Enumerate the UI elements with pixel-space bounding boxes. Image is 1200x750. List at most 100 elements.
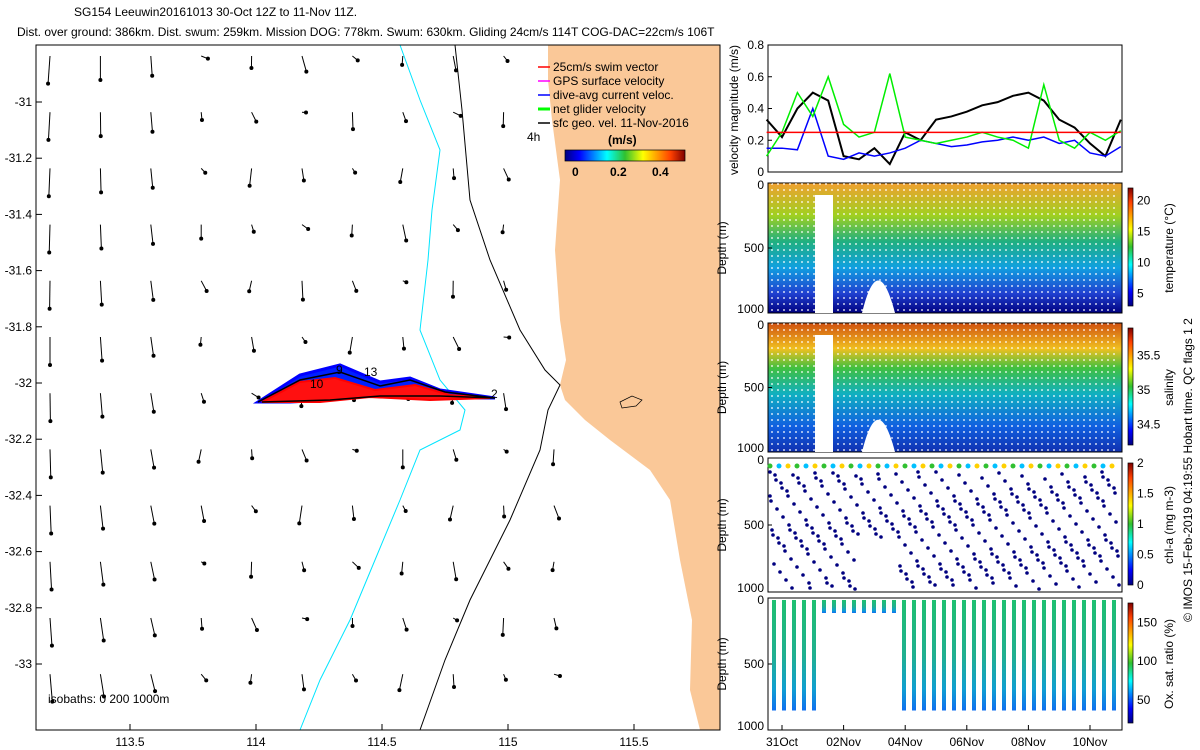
arrowhead (356, 565, 361, 570)
chl-sample (1088, 572, 1092, 576)
chl-sample (940, 478, 944, 482)
colorbar-tick-label: 1.5 (1137, 487, 1154, 501)
current-arrow (99, 168, 102, 193)
salinity-colorbar (1127, 327, 1134, 446)
chl-sample (1097, 525, 1101, 529)
chl-sample (973, 557, 977, 561)
arrowhead (46, 137, 51, 142)
colorbar-tick-label: 5 (1137, 287, 1144, 301)
chl-sample (917, 475, 921, 479)
chl-sample (993, 497, 997, 501)
arrowhead (251, 348, 256, 353)
arrowhead (452, 685, 457, 690)
velocity-frame (767, 44, 1123, 173)
chl-sample (1001, 563, 1005, 567)
arrowhead (504, 449, 509, 454)
colorbar-tick-label: 10 (1137, 256, 1151, 270)
arrowhead (205, 56, 210, 61)
chl-sample (948, 520, 952, 524)
chl-sample (836, 474, 840, 478)
chl-surface-sample (902, 463, 908, 469)
chl-sample (771, 533, 775, 537)
chl-sample (1057, 527, 1061, 531)
arrowhead (506, 177, 511, 182)
lon-tick-label: 115 (498, 735, 517, 749)
chl-sample (1094, 580, 1098, 584)
chl-sample (805, 547, 809, 551)
chl-surface-sample (929, 463, 935, 469)
chl-sample (1032, 490, 1036, 494)
chl-sample (950, 578, 954, 582)
chl-sample (967, 573, 971, 577)
arrowhead (303, 110, 308, 115)
arrowhead (399, 571, 404, 576)
chl-sample (868, 524, 872, 528)
chl-sample (943, 541, 947, 545)
chl-sample (838, 508, 842, 512)
arrowhead (304, 458, 309, 463)
chl-sample (821, 513, 825, 517)
chl-sample (833, 529, 837, 533)
oxygen-profile (1002, 600, 1006, 711)
chl-sample (1087, 543, 1091, 547)
chl-sample (989, 547, 993, 551)
arrowhead (48, 363, 52, 367)
chl-sample (1104, 538, 1108, 542)
arrowhead (150, 129, 155, 134)
chl-sample (947, 515, 951, 519)
depth-tick-label: 0 (757, 453, 764, 467)
arrowhead (297, 521, 302, 526)
chl-sample (913, 525, 917, 529)
chl-sample (963, 481, 967, 485)
chl-sample (926, 546, 930, 550)
vel-ytick-label: 0.4 (747, 102, 764, 116)
arrowhead (354, 448, 359, 453)
oxygen-profile (1052, 600, 1056, 711)
current-arrow (301, 55, 307, 72)
lon-tick-label: 113.5 (115, 735, 144, 749)
depth-axis-label: Depth (m) (715, 221, 729, 274)
current-arrow (503, 393, 507, 410)
arrowhead (503, 677, 508, 682)
chl-sample (1042, 566, 1046, 570)
chl-sample (1007, 571, 1011, 575)
track-label: 2 (491, 387, 498, 401)
chl-sample (977, 531, 981, 535)
chl-sample (1053, 553, 1057, 557)
chl-sample (879, 511, 883, 515)
current-arrow (99, 224, 102, 249)
oxygen-profile (942, 600, 946, 711)
chl-sample (792, 502, 796, 506)
arrowhead (454, 457, 459, 462)
chl-sample (931, 525, 935, 529)
chl-sample (925, 517, 929, 521)
arrowhead (455, 228, 460, 233)
arrowhead (501, 124, 506, 129)
chl-sample (956, 562, 960, 566)
arrowhead (48, 475, 53, 480)
chl-sample (1075, 551, 1079, 555)
chl-sample (964, 510, 968, 514)
chl-sample (899, 569, 903, 573)
chl-sample (860, 482, 864, 486)
chl-sample (907, 517, 911, 521)
oxygen-profile (782, 600, 786, 711)
chl-sample (775, 507, 779, 511)
arrowhead (400, 465, 405, 470)
chl-sample (1019, 563, 1023, 567)
chl-sample (982, 510, 986, 514)
lat-tick-label: -32.4 (5, 488, 33, 502)
chl-sample (842, 482, 846, 486)
chl-sample (827, 521, 831, 525)
depth-tick-label: 500 (744, 381, 764, 395)
arrowhead (98, 78, 103, 82)
colorbar-tick-label: 0 (1137, 578, 1144, 592)
arrowhead (199, 117, 204, 122)
chl-surface-sample (1019, 463, 1025, 469)
depth-tick-label: 1000 (737, 302, 764, 316)
chl-sample (976, 502, 980, 506)
arrowhead (151, 353, 156, 358)
chl-sample (1011, 521, 1015, 525)
section-panel-oxygen: 0 500 1000 Depth (m) 50 100 150 Ox. sat. ratio … (715, 593, 1176, 733)
chl-sample (1108, 512, 1112, 516)
